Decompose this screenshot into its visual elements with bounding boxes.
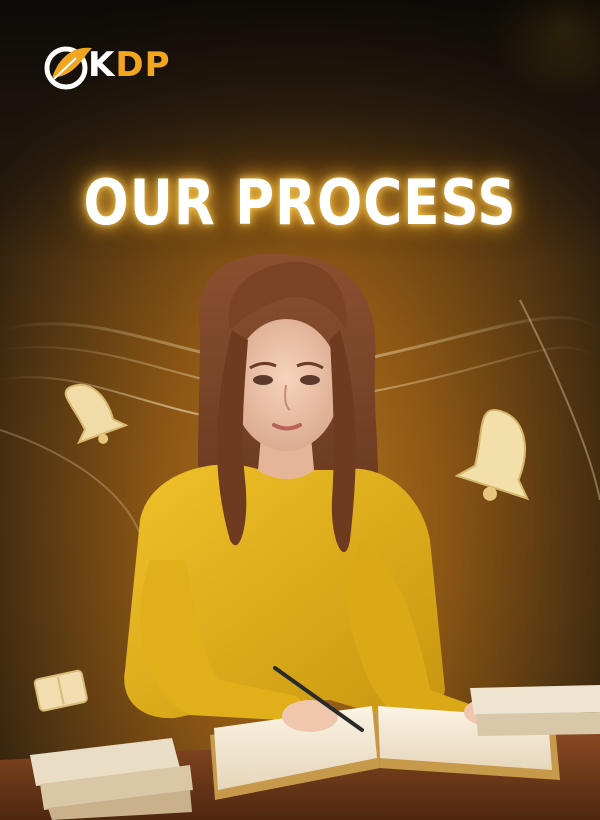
- book-stack: [476, 712, 600, 736]
- book-icon: [33, 669, 88, 712]
- page-title: OUR PROCESS: [83, 166, 517, 239]
- logo-letter-k: K: [88, 45, 116, 85]
- logo-wordmark: KDP: [88, 42, 171, 88]
- eye: [253, 375, 273, 385]
- eye: [300, 375, 320, 385]
- promo-poster: KDP OUR PROCESS: [0, 0, 600, 820]
- light-swirl: [519, 299, 600, 501]
- logo-letters-dp: DP: [115, 45, 171, 85]
- student-illustration: [0, 253, 600, 820]
- light-swirl: [0, 429, 148, 601]
- bell-icon: [64, 384, 129, 445]
- bell-icon: [454, 408, 530, 501]
- book-stack: [470, 685, 600, 715]
